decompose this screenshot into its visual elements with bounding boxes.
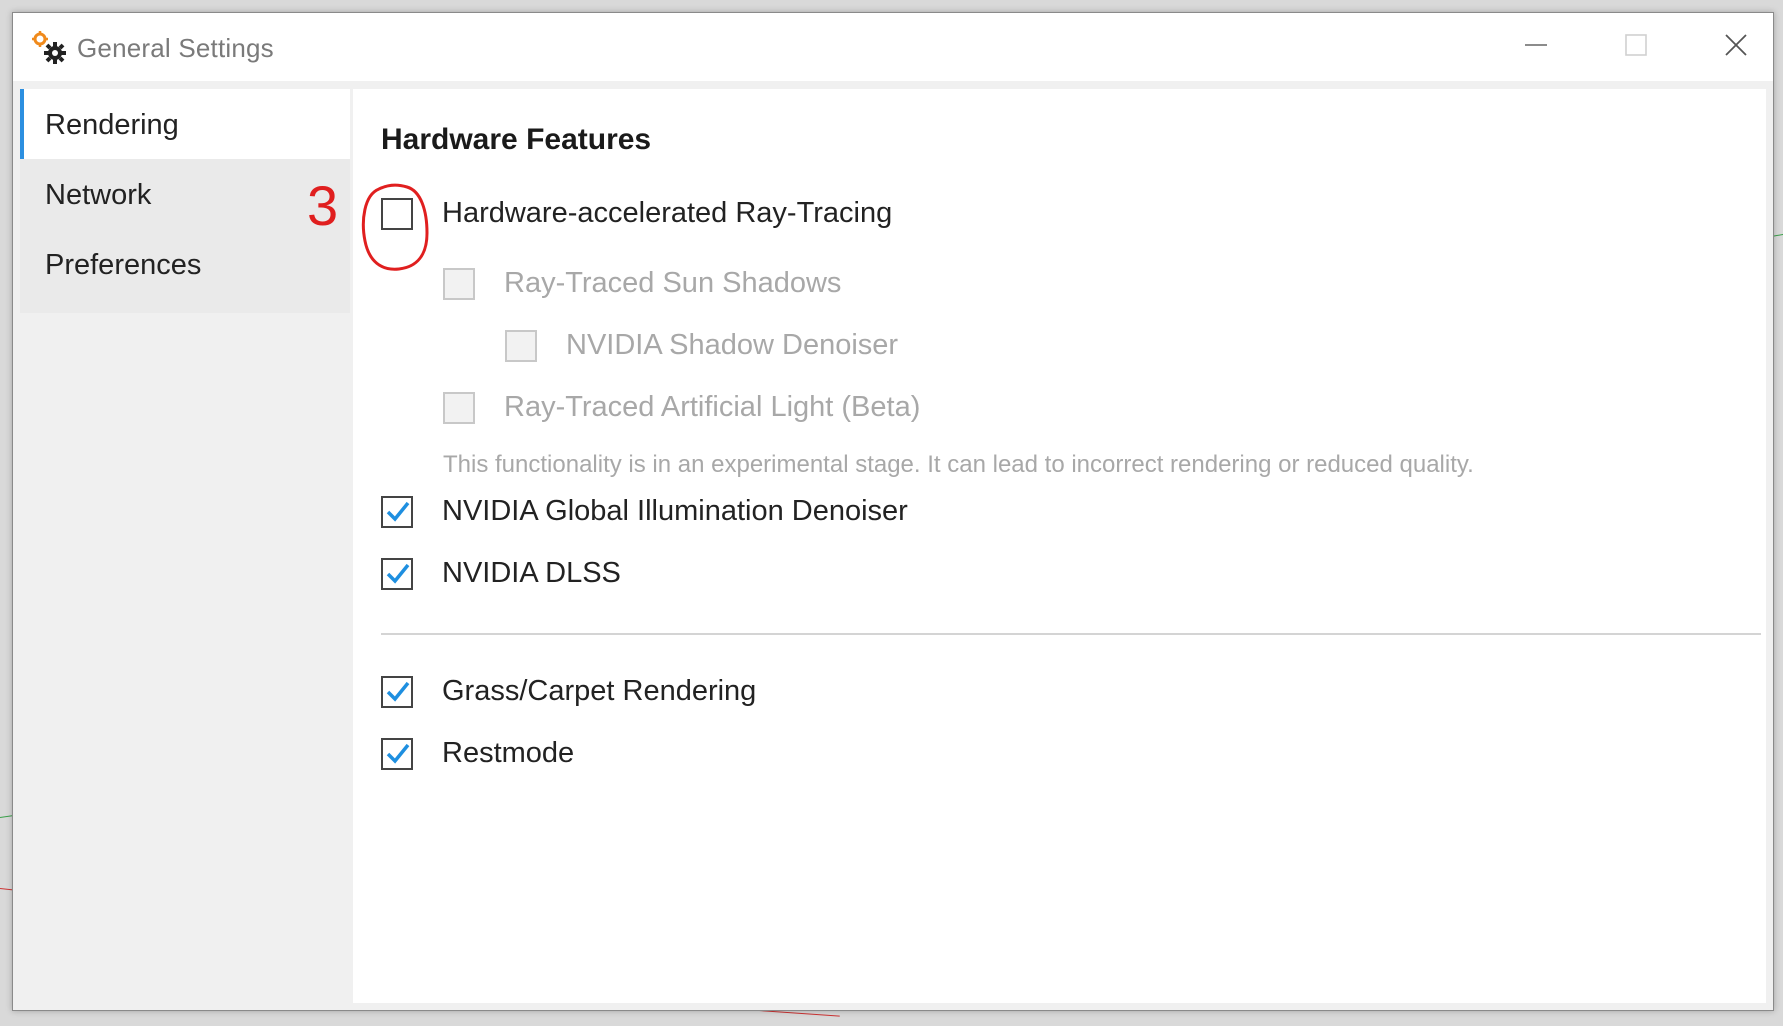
shadow-denoiser-option[interactable]: NVIDIA Shadow Denoiser: [505, 329, 898, 362]
title-bar[interactable]: General Settings: [13, 13, 1773, 81]
raytracing-option[interactable]: Hardware-accelerated Ray-Tracing: [381, 197, 892, 230]
restmode-option[interactable]: Restmode: [381, 737, 574, 770]
close-icon: [1724, 33, 1748, 62]
checkmark-icon: [386, 501, 410, 522]
checkmark-icon: [386, 681, 410, 702]
grass-carpet-option[interactable]: Grass/Carpet Rendering: [381, 675, 756, 708]
sidebar-item-label: Preferences: [45, 249, 202, 281]
gears-icon: [31, 31, 71, 67]
raytracing-label: Hardware-accelerated Ray-Tracing: [442, 197, 893, 229]
section-title: Hardware Features: [381, 123, 652, 156]
sun-shadows-label: Ray-Traced Sun Shadows: [504, 267, 842, 299]
restmode-checkbox[interactable]: [381, 737, 413, 770]
annotation-circle: [361, 183, 429, 271]
restmode-label: Restmode: [442, 737, 575, 769]
gi-denoiser-label: NVIDIA Global Illumination Denoiser: [442, 495, 908, 527]
artificial-light-label: Ray-Traced Artificial Light (Beta): [504, 391, 921, 423]
checkmark-icon: [386, 743, 410, 764]
experimental-note: This functionality is in an experimental…: [443, 451, 1474, 478]
settings-window: General Settings Rendering Network Prefe…: [12, 12, 1774, 1011]
dlss-label: NVIDIA DLSS: [442, 557, 621, 589]
dlss-checkbox[interactable]: [381, 557, 413, 590]
maximize-icon: [1624, 33, 1648, 62]
window-title: General Settings: [77, 33, 274, 63]
artificial-light-checkbox[interactable]: [443, 391, 475, 424]
checkmark-icon: [386, 563, 410, 584]
gi-denoiser-checkbox[interactable]: [381, 495, 413, 528]
shadow-denoiser-label: NVIDIA Shadow Denoiser: [566, 329, 899, 361]
grass-carpet-label: Grass/Carpet Rendering: [442, 675, 757, 707]
gi-denoiser-option[interactable]: NVIDIA Global Illumination Denoiser: [381, 495, 908, 528]
artificial-light-option[interactable]: Ray-Traced Artificial Light (Beta): [443, 391, 920, 424]
sidebar-item-label: Network: [45, 179, 152, 211]
annotation-number: 3: [307, 174, 339, 237]
maximize-button[interactable]: [1586, 13, 1686, 81]
settings-content: Hardware Features Hardware-accelerated R…: [353, 89, 1766, 1003]
grass-carpet-checkbox[interactable]: [381, 675, 413, 708]
settings-sidebar: Rendering Network Preferences: [20, 89, 350, 313]
sun-shadows-option[interactable]: Ray-Traced Sun Shadows: [443, 267, 841, 300]
sidebar-item-label: Rendering: [45, 109, 179, 141]
shadow-denoiser-checkbox[interactable]: [505, 329, 537, 362]
close-button[interactable]: [1686, 13, 1783, 81]
sidebar-item-network[interactable]: Network: [20, 159, 350, 229]
minimize-button[interactable]: [1486, 13, 1586, 81]
minimize-icon: [1524, 33, 1548, 62]
section-divider: [381, 633, 1761, 635]
sidebar-item-rendering[interactable]: Rendering: [20, 89, 350, 159]
sidebar-item-preferences[interactable]: Preferences: [20, 229, 350, 299]
dlss-option[interactable]: NVIDIA DLSS: [381, 557, 621, 590]
